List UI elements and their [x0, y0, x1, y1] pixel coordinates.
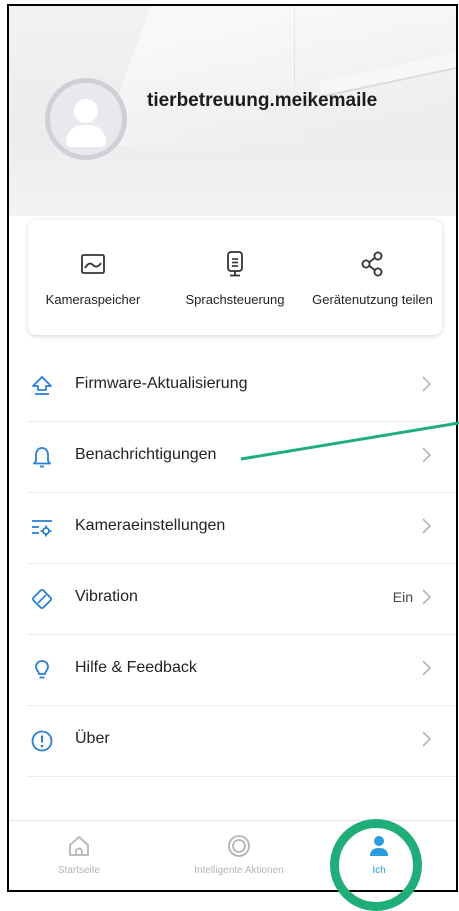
tab-label: Startseite [57, 865, 101, 876]
menu-item-about[interactable]: Über [27, 706, 456, 777]
chevron-right-icon [422, 731, 431, 747]
smart-ring-icon [228, 835, 250, 857]
tab-label: Intelligente Aktionen [194, 865, 284, 876]
shortcut-kameraspeicher[interactable]: Kameraspeicher [28, 220, 158, 335]
settings-menu: Firmware-Aktualisierung Benachrichtigung… [9, 351, 456, 777]
menu-item-firmware[interactable]: Firmware-Aktualisierung [27, 351, 456, 422]
username[interactable]: tierbetreuung.meikemaile [147, 90, 377, 112]
microphone-device-icon [227, 251, 243, 277]
shortcut-label: Gerätenutzung teilen [312, 292, 433, 307]
bell-icon [33, 447, 51, 468]
menu-item-label: Benachrichtigungen [75, 446, 217, 463]
avatar-body [66, 125, 106, 147]
camera-settings-icon [32, 520, 52, 537]
share-icon [361, 251, 382, 277]
menu-item-label: Hilfe & Feedback [75, 659, 197, 676]
profile-header: tierbetreuung.meikemaile [9, 6, 456, 216]
home-icon [69, 836, 89, 856]
menu-item-label: Vibration [75, 588, 138, 605]
chevron-right-icon [422, 518, 431, 534]
menu-item-notifications[interactable]: Benachrichtigungen [27, 422, 456, 493]
chevron-right-icon [422, 589, 431, 605]
tab-startseite[interactable]: Startseite [29, 821, 129, 890]
menu-item-label: Über [75, 730, 110, 747]
lightbulb-icon [35, 660, 49, 679]
shortcut-geraetenutzung-teilen[interactable]: Gerätenutzung teilen [303, 220, 442, 335]
phone-screen: tierbetreuung.meikemaile Kameraspeicher … [7, 4, 458, 892]
shortcut-sprachsteuerung[interactable]: Sprachsteuerung [170, 220, 300, 335]
shortcut-card: Kameraspeicher Sprachsteuerung Gerätenut… [28, 220, 442, 335]
menu-item-label: Kameraeinstellungen [75, 517, 226, 534]
menu-item-label: Firmware-Aktualisierung [75, 375, 248, 392]
upgrade-arrow-icon [32, 376, 52, 395]
annotation-highlight-ring [330, 819, 422, 911]
image-frame-icon [81, 254, 105, 274]
avatar-head [74, 99, 98, 123]
shortcut-label: Kameraspeicher [45, 292, 141, 307]
menu-item-camera-settings[interactable]: Kameraeinstellungen [27, 493, 456, 564]
avatar[interactable] [45, 78, 127, 160]
tab-intelligente-aktionen[interactable]: Intelligente Aktionen [174, 821, 304, 890]
shortcut-label: Sprachsteuerung [185, 292, 285, 307]
vibration-icon [32, 589, 52, 609]
info-icon [31, 730, 53, 752]
chevron-right-icon [422, 660, 431, 676]
menu-item-vibration[interactable]: Vibration Ein [27, 564, 456, 635]
chevron-right-icon [422, 447, 431, 463]
chevron-right-icon [422, 376, 431, 392]
menu-item-help-feedback[interactable]: Hilfe & Feedback [27, 635, 456, 706]
vibration-status: Ein [392, 589, 413, 605]
